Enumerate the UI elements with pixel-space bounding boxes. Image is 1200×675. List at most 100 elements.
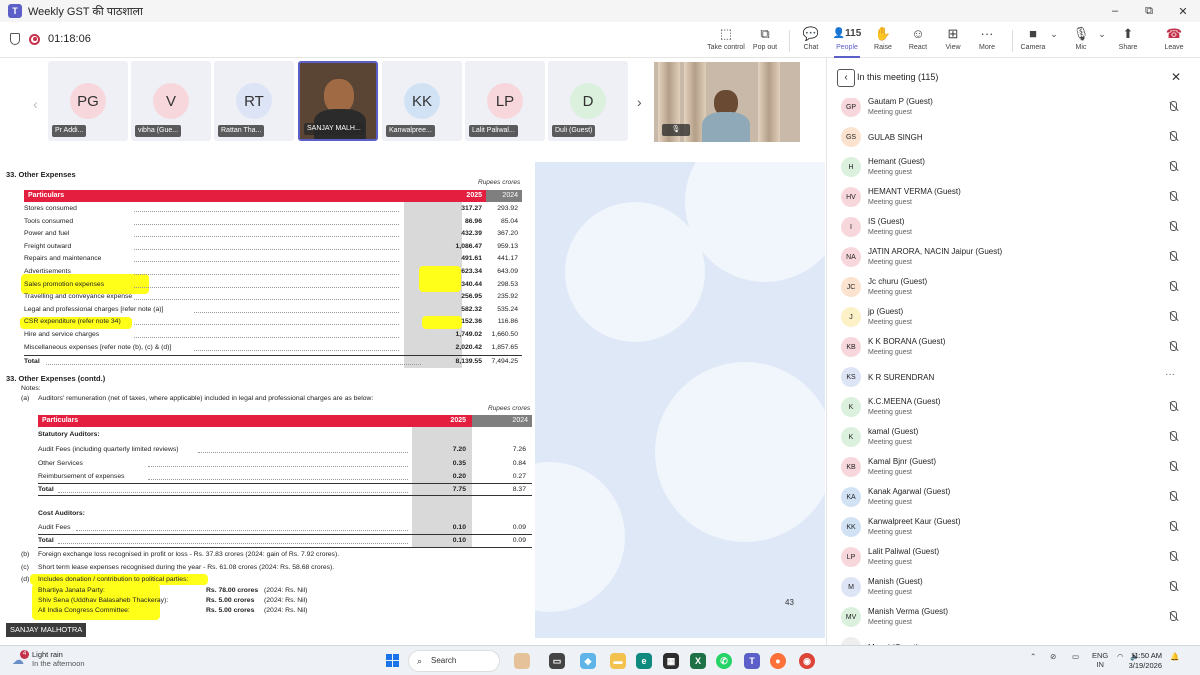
file-explorer-icon[interactable]: ▬ <box>610 653 626 669</box>
teams-icon[interactable]: T <box>744 653 760 669</box>
firefox-icon[interactable]: ● <box>770 653 786 669</box>
share-button[interactable]: ⬆ Share <box>1107 24 1149 56</box>
chevron-up-icon[interactable]: ⌃ <box>1030 652 1036 661</box>
participant-item[interactable]: Kkamal (Guest) Meeting guest <box>827 422 1200 452</box>
mic-off-icon <box>1167 221 1179 233</box>
col-particulars: Particulars <box>28 192 65 199</box>
widget-image-icon[interactable] <box>514 653 530 669</box>
chevron-right-icon[interactable]: › <box>637 94 642 110</box>
more-button[interactable]: ··· More <box>966 24 1008 56</box>
participant-item[interactable]: I IS (Guest) Meeting guest <box>827 212 1200 242</box>
participant-item[interactable]: MV Manish Verma (Guest) Meeting guest <box>827 602 1200 632</box>
units-label: Rupees crores <box>488 405 531 412</box>
participant-tile[interactable]: D Duli (Guest) <box>548 61 628 141</box>
taskbar-clock[interactable]: 11:50 AM 3/19/2026 <box>1102 651 1162 671</box>
participant-item[interactable]: JC Jc churu (Guest) Meeting guest <box>827 272 1200 302</box>
participant-tile[interactable]: V vibha (Gue... <box>131 61 211 141</box>
participant-tile[interactable]: KK Kanwalpree... <box>382 61 462 141</box>
weather-widget[interactable]: ☁ 4 Light rain In the afternoon <box>12 650 85 668</box>
auditors-table-header: Particulars 2025 2024 <box>38 415 532 427</box>
row-2025: 623.34 <box>461 268 482 275</box>
presenter-name-tag: SANJAY MALHOTRA <box>6 623 87 637</box>
row-2024: 959.13 <box>497 242 518 250</box>
dot-leader <box>58 543 408 544</box>
take-control-button[interactable]: ⬚ Take control <box>705 24 747 56</box>
participant-role: Meeting guest <box>868 409 912 416</box>
windows-taskbar: ☁ 4 Light rain In the afternoon ⌕ Search ▭… <box>0 645 1200 675</box>
store-icon[interactable]: ▦ <box>663 653 679 669</box>
copilot-icon[interactable]: ◆ <box>580 653 596 669</box>
camera-tray-icon[interactable]: ▭ <box>1072 652 1079 661</box>
participant-item[interactable]: M Manish (Guest) Meeting guest <box>827 572 1200 602</box>
units-label: Rupees crores <box>478 179 521 186</box>
participant-name: Gautam P (Guest) <box>868 98 933 106</box>
chevron-left-icon[interactable]: ‹ <box>837 69 855 87</box>
participant-item[interactable]: GP Gautam P (Guest) Meeting guest <box>827 98 1200 122</box>
participant-item[interactable]: Jjp (Guest) Meeting guest <box>827 302 1200 332</box>
participant-role: Meeting guest <box>868 289 912 296</box>
people-panel: ‹ In this meeting (115) ✕ GP Gautam P (Gu… <box>826 58 1200 645</box>
mic-off-icon <box>1167 461 1179 473</box>
leave-button[interactable]: ☎ Leave <box>1153 24 1195 56</box>
participant-name: GULAB SINGH <box>868 133 923 142</box>
close-icon[interactable]: ✕ <box>1171 70 1181 84</box>
note-33-title: 33. Other Expenses <box>6 170 76 179</box>
note-a-letter: (a) <box>21 395 30 402</box>
row-2025: 7.75 <box>452 486 466 493</box>
participant-tile[interactable]: RT Rattan Tha... <box>214 61 294 141</box>
excel-icon[interactable]: X <box>690 653 706 669</box>
donation-amount: Rs. 5.00 crores <box>206 597 255 604</box>
participant-tile[interactable]: PG Pr Addi... <box>48 61 128 141</box>
minimize-button[interactable]: – <box>1098 0 1132 22</box>
restore-button[interactable]: ⧉ <box>1132 0 1166 22</box>
notification-bell-icon[interactable]: 🔔 <box>1170 652 1179 661</box>
participant-item[interactable]: LP Lalit Paliwal (Guest) Meeting guest <box>827 542 1200 572</box>
participant-tile[interactable]: LP Lalit Paliwal... <box>465 61 545 141</box>
row-2025: 8,139.55 <box>455 358 482 365</box>
participant-item[interactable]: GS GULAB SINGH <box>827 122 1200 152</box>
dot-leader <box>148 479 408 480</box>
participant-item[interactable]: NA JATIN ARORA, NACIN Jaipur (Guest) Meeti… <box>827 242 1200 272</box>
row-2025: 0.35 <box>452 459 466 467</box>
row-2024: 367.20 <box>497 230 518 238</box>
participant-item[interactable]: KB Kamal Bjnr (Guest) Meeting guest <box>827 452 1200 482</box>
chat-label: Chat <box>803 44 819 51</box>
windows-start-icon[interactable] <box>386 654 399 667</box>
participant-item[interactable]: KB K K BORANA (Guest) Meeting guest <box>827 332 1200 362</box>
avatar: KB <box>841 457 861 477</box>
chrome-icon[interactable]: ◉ <box>799 653 815 669</box>
close-window-button[interactable]: ✕ <box>1166 0 1200 22</box>
self-video-tile[interactable]: 🎙 <box>654 62 800 142</box>
notes-label: Notes: <box>21 385 41 392</box>
task-view-icon[interactable]: ▭ <box>549 653 565 669</box>
mic-off-icon <box>1167 521 1179 533</box>
table-row: CSR expenditure (refer note 34) 152.36 116… <box>24 316 522 329</box>
taskbar-search[interactable]: ⌕ Search <box>408 650 500 672</box>
participant-item[interactable]: HV HEMANT VERMA (Guest) Meeting guest <box>827 182 1200 212</box>
more-label: More <box>979 44 995 51</box>
participant-item[interactable]: KK Kanwalpreet Kaur (Guest) Meeting guest <box>827 512 1200 542</box>
donation-party: Bhartiya Janata Party: <box>38 587 105 594</box>
row-2025: 0.20 <box>452 473 466 480</box>
participant-item[interactable]: Manoj (Guest) <box>827 632 1200 645</box>
avatar: KS <box>841 367 861 387</box>
participant-item[interactable]: H Hemant (Guest) Meeting guest <box>827 152 1200 182</box>
participant-role: Meeting guest <box>868 259 912 266</box>
cost-auditors-label: Cost Auditors: <box>38 510 85 517</box>
avatar: MV <box>841 607 861 627</box>
participant-item[interactable]: K K.C.MEENA (Guest) Meeting guest <box>827 392 1200 422</box>
more-options-icon[interactable]: ··· <box>1165 369 1175 380</box>
participant-video-tile[interactable]: SANJAY MALH... <box>298 61 378 141</box>
pop-out-button[interactable]: ⧉ Pop out <box>744 24 786 56</box>
participant-item[interactable]: KA Kanak Agarwal (Guest) Meeting guest <box>827 482 1200 512</box>
display-off-icon[interactable]: ⊘ <box>1050 652 1056 661</box>
mic-off-icon <box>1167 491 1179 503</box>
whatsapp-icon[interactable]: ✆ <box>716 653 732 669</box>
table-row: Repairs and maintenance 491.61 441.17 <box>24 253 522 266</box>
edge-browser-icon[interactable]: e <box>636 653 652 669</box>
participant-role: Meeting guest <box>868 529 912 536</box>
participant-item[interactable]: KS K R SURENDRAN ··· <box>827 362 1200 392</box>
row-2024: 7.26 <box>512 446 526 453</box>
row-2025: 7.20 <box>452 446 466 453</box>
chevron-left-icon[interactable]: ‹ <box>33 96 38 112</box>
